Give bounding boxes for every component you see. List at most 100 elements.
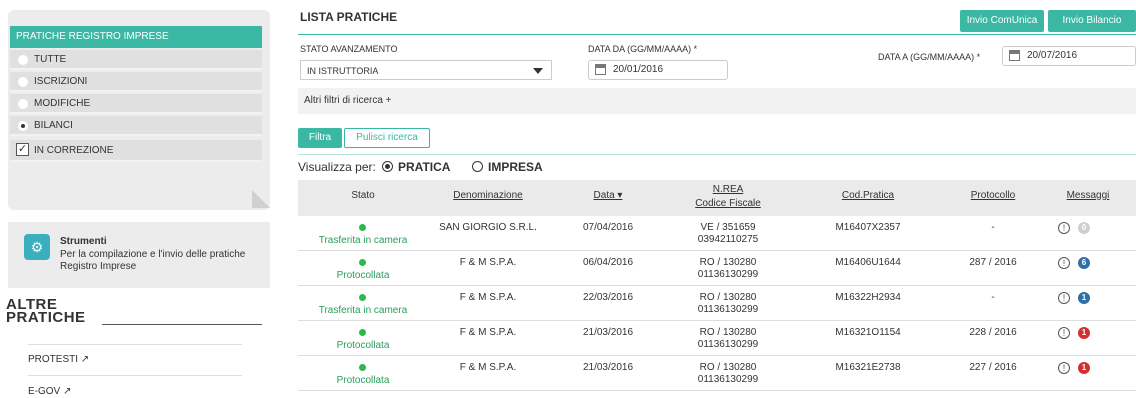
message-count-badge[interactable]: 1 — [1078, 362, 1090, 374]
info-icon[interactable]: ! — [1058, 292, 1070, 304]
heading-line-2: PRATICHE — [6, 309, 86, 326]
radio-icon[interactable] — [18, 77, 28, 87]
filter-option-modifiche[interactable]: MODIFICHE — [10, 94, 262, 114]
heading-divider — [102, 324, 262, 325]
filter-option-bilanci[interactable]: BILANCI — [10, 116, 262, 136]
checkbox-label: IN CORREZIONE — [34, 145, 114, 156]
pulisci-ricerca-button[interactable]: Pulisci ricerca — [344, 128, 430, 148]
table-row[interactable]: Protocollata F & M S.P.A. 21/03/2016 RO … — [298, 321, 1136, 356]
data-cell: 22/03/2016 — [582, 292, 634, 303]
radio-icon[interactable] — [472, 161, 483, 172]
filtra-button[interactable]: Filtra — [298, 128, 342, 148]
message-count-badge[interactable]: 0 — [1078, 222, 1090, 234]
toolbox-icon: ⚙ — [24, 234, 50, 260]
filter-option-label: ISCRIZIONI — [34, 76, 88, 87]
col-nrea[interactable]: N.REA — [678, 184, 778, 195]
calendar-icon[interactable] — [595, 64, 606, 75]
cod-pratica-cell: M16407X2357 — [835, 222, 901, 233]
data-cell: 21/03/2016 — [582, 327, 634, 338]
nrea-cell: RO / 130280 — [699, 362, 757, 373]
link-label: PROTESTI — [28, 354, 79, 365]
nrea-cell: RO / 130280 — [699, 292, 757, 303]
table-header: Stato Denominazione Data ▾ N.REA Codice … — [298, 180, 1136, 216]
status-dot-icon — [359, 259, 366, 266]
message-count-badge[interactable]: 6 — [1078, 257, 1090, 269]
col-codice-fiscale[interactable]: Codice Fiscale — [678, 198, 778, 209]
codice-fiscale-cell: 01136130299 — [697, 374, 759, 385]
data-a-input[interactable]: 20/07/2016 — [1002, 46, 1136, 66]
filter-option-tutte[interactable]: TUTTE — [10, 50, 262, 70]
codice-fiscale-cell: 01136130299 — [697, 269, 759, 280]
filter-panel-title: PRATICHE REGISTRO IMPRESE — [10, 26, 262, 48]
filter-option-label: MODIFICHE — [34, 98, 91, 109]
link-protesti[interactable]: PROTESTI ↗ — [28, 354, 89, 365]
page-fold-decoration — [252, 190, 270, 208]
protocollo-cell: - — [991, 222, 995, 233]
external-arrow-icon: ↗ — [80, 354, 90, 365]
data-cell: 21/03/2016 — [582, 362, 634, 373]
external-arrow-icon: ↗ — [63, 386, 72, 397]
calendar-icon[interactable] — [1009, 50, 1020, 61]
col-messaggi[interactable]: Messaggi — [1058, 190, 1118, 201]
tools-panel[interactable]: ⚙ Strumenti Per la compilazione e l'invi… — [8, 222, 270, 288]
invio-bilancio-button[interactable]: Invio Bilancio — [1048, 10, 1136, 32]
col-protocollo[interactable]: Protocollo — [958, 190, 1028, 201]
altre-pratiche-heading: ALTRE PRATICHE — [6, 297, 86, 326]
radio-selected-icon[interactable] — [18, 121, 28, 131]
radio-label: PRATICA — [398, 160, 451, 174]
filter-option-label: BILANCI — [34, 120, 73, 131]
codice-fiscale-cell: 03942110275 — [697, 234, 759, 245]
stato-text: Protocollata — [336, 375, 390, 386]
filter-option-label: TUTTE — [34, 54, 67, 65]
protocollo-cell: 228 / 2016 — [969, 327, 1017, 338]
link-label: E-GOV — [28, 386, 61, 397]
stato-text: Trasferita in camera — [318, 235, 408, 246]
info-icon[interactable]: ! — [1058, 257, 1070, 269]
status-dot-icon — [359, 329, 366, 336]
tools-description: Per la compilazione e l'invio delle prat… — [60, 249, 246, 272]
checkbox-checked-icon[interactable]: ✓ — [16, 143, 29, 156]
table-row[interactable]: Trasferita in camera F & M S.P.A. 22/03/… — [298, 286, 1136, 321]
col-denominazione[interactable]: Denominazione — [428, 190, 548, 201]
info-icon[interactable]: ! — [1058, 327, 1070, 339]
protocollo-cell: 287 / 2016 — [969, 257, 1017, 268]
invio-comunica-button[interactable]: Invio ComUnica — [960, 10, 1044, 32]
table-row[interactable]: Protocollata F & M S.P.A. 06/04/2016 RO … — [298, 251, 1136, 286]
denominazione-cell: F & M S.P.A. — [459, 327, 517, 338]
data-cell: 07/04/2016 — [582, 222, 634, 233]
col-data[interactable]: Data ▾ — [568, 190, 648, 201]
filter-option-iscrizioni[interactable]: ISCRIZIONI — [10, 72, 262, 92]
nrea-cell: VE / 351659 — [700, 222, 756, 233]
divider — [28, 375, 242, 376]
visualizza-label: Visualizza per: — [298, 160, 376, 174]
in-correzione-checkbox-row[interactable]: ✓ IN CORREZIONE — [10, 140, 262, 162]
altri-filtri-toggle[interactable]: Altri filtri di ricerca + — [298, 88, 1136, 114]
message-count-badge[interactable]: 1 — [1078, 327, 1090, 339]
data-da-input[interactable]: 20/01/2016 — [588, 60, 728, 80]
stato-select[interactable]: IN ISTRUTTORIA — [300, 60, 552, 80]
link-egov[interactable]: E-GOV ↗ — [28, 386, 71, 397]
view-pratica-radio[interactable]: PRATICA — [382, 160, 450, 174]
info-icon[interactable]: ! — [1058, 222, 1070, 234]
protocollo-cell: - — [991, 292, 995, 303]
data-da-value: 20/01/2016 — [613, 64, 664, 75]
info-icon[interactable]: ! — [1058, 362, 1070, 374]
cod-pratica-cell: M16321O1154 — [835, 327, 901, 338]
radio-icon[interactable] — [18, 99, 28, 109]
status-dot-icon — [359, 294, 366, 301]
nrea-cell: RO / 130280 — [699, 257, 757, 268]
radio-icon[interactable] — [18, 55, 28, 65]
stato-text: Trasferita in camera — [318, 305, 408, 316]
divider — [28, 344, 242, 345]
cod-pratica-cell: M16321E2738 — [835, 362, 901, 373]
cod-pratica-cell: M16322H2934 — [835, 292, 901, 303]
denominazione-cell: F & M S.P.A. — [459, 362, 517, 373]
col-cod-pratica[interactable]: Cod.Pratica — [818, 190, 918, 201]
message-count-badge[interactable]: 1 — [1078, 292, 1090, 304]
stato-select-value: IN ISTRUTTORIA — [307, 66, 379, 76]
table-row[interactable]: Protocollata F & M S.P.A. 21/03/2016 RO … — [298, 356, 1136, 391]
denominazione-cell: F & M S.P.A. — [459, 257, 517, 268]
table-row[interactable]: Trasferita in camera SAN GIORGIO S.R.L. … — [298, 216, 1136, 251]
view-impresa-radio[interactable]: IMPRESA — [472, 160, 543, 174]
radio-selected-icon[interactable] — [382, 161, 393, 172]
